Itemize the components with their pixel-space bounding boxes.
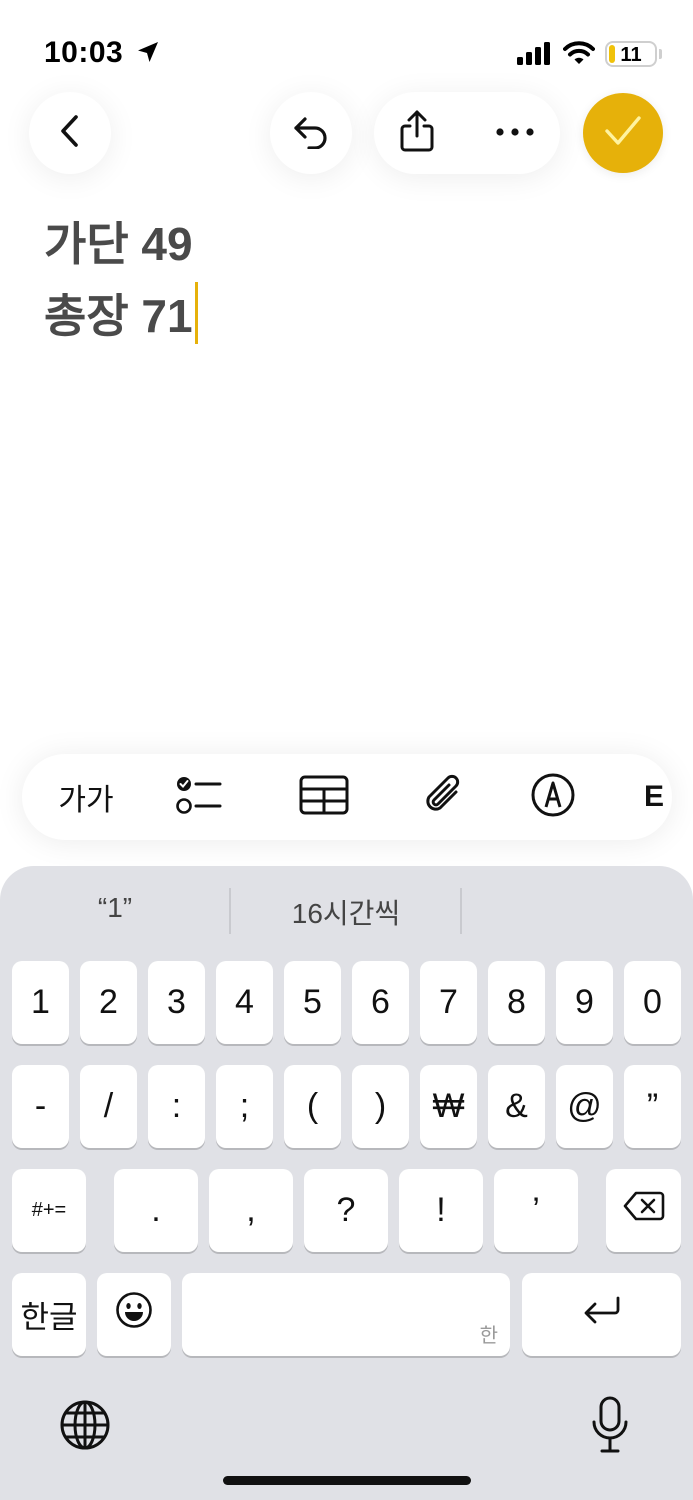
- undo-button[interactable]: [270, 92, 352, 174]
- key-semicolon[interactable]: ;: [216, 1065, 273, 1148]
- key-ampersand[interactable]: &: [488, 1065, 545, 1148]
- checkmark-icon: [603, 113, 643, 154]
- symbols-key[interactable]: #+=: [12, 1169, 86, 1252]
- status-bar: 10:03 11: [0, 0, 693, 100]
- key-quote[interactable]: ”: [624, 1065, 681, 1148]
- back-button[interactable]: [29, 92, 111, 174]
- key-period[interactable]: .: [114, 1169, 198, 1252]
- actions-pill: [374, 92, 560, 174]
- key-4[interactable]: 4: [216, 961, 273, 1044]
- undo-icon: [291, 113, 331, 154]
- delete-icon: [623, 1191, 665, 1230]
- microphone-icon: [590, 1396, 630, 1458]
- key-9[interactable]: 9: [556, 961, 613, 1044]
- checklist-icon: [174, 773, 224, 822]
- key-colon[interactable]: :: [148, 1065, 205, 1148]
- overflow-format-item[interactable]: E: [644, 772, 672, 822]
- key-8[interactable]: 8: [488, 961, 545, 1044]
- key-exclamation[interactable]: !: [399, 1169, 483, 1252]
- key-3[interactable]: 3: [148, 961, 205, 1044]
- return-key[interactable]: [522, 1273, 681, 1356]
- battery-nub: [659, 49, 662, 59]
- attachment-button[interactable]: [416, 772, 472, 822]
- suggestion-1[interactable]: “1”: [0, 892, 230, 936]
- markup-button[interactable]: [526, 772, 580, 822]
- share-icon: [397, 109, 437, 158]
- share-button[interactable]: [394, 110, 440, 156]
- battery-percent: 11: [620, 44, 642, 66]
- globe-icon: [58, 1400, 112, 1456]
- table-button[interactable]: [296, 772, 352, 822]
- key-at[interactable]: @: [556, 1065, 613, 1148]
- ellipsis-icon: [495, 124, 535, 142]
- text-style-button[interactable]: 가가: [44, 772, 128, 822]
- space-key[interactable]: 한: [182, 1273, 510, 1356]
- language-key[interactable]: 한글: [12, 1273, 86, 1356]
- format-toolbar: 가가 E: [22, 754, 672, 840]
- emoji-icon: [115, 1291, 153, 1338]
- text-style-label: 가가: [58, 784, 114, 817]
- home-indicator[interactable]: [223, 1476, 471, 1485]
- delete-key[interactable]: [606, 1169, 681, 1252]
- key-hyphen[interactable]: -: [12, 1065, 69, 1148]
- done-button[interactable]: [583, 93, 663, 173]
- key-5[interactable]: 5: [284, 961, 341, 1044]
- location-arrow-icon: [136, 40, 160, 69]
- key-0[interactable]: 0: [624, 961, 681, 1044]
- markup-icon: [530, 772, 576, 823]
- key-close-paren[interactable]: ): [352, 1065, 409, 1148]
- chevron-left-icon: [55, 113, 85, 154]
- suggestion-2[interactable]: 16시간씩: [231, 892, 461, 936]
- return-icon: [582, 1295, 622, 1334]
- key-6[interactable]: 6: [352, 961, 409, 1044]
- note-line: 가단 49: [44, 218, 193, 270]
- key-won[interactable]: ₩: [420, 1065, 477, 1148]
- key-slash[interactable]: /: [80, 1065, 137, 1148]
- emoji-key[interactable]: [97, 1273, 171, 1356]
- key-open-paren[interactable]: (: [284, 1065, 341, 1148]
- globe-button[interactable]: [58, 1398, 112, 1457]
- overflow-format-label: E: [644, 780, 665, 813]
- paperclip-icon: [422, 772, 466, 823]
- key-7[interactable]: 7: [420, 961, 477, 1044]
- more-button[interactable]: [492, 110, 538, 156]
- battery-indicator: 11: [605, 41, 657, 67]
- suggestion-divider: [460, 888, 462, 934]
- key-2[interactable]: 2: [80, 961, 137, 1044]
- dictation-button[interactable]: [590, 1396, 630, 1459]
- note-body[interactable]: 가단 49 총장 71: [44, 208, 198, 352]
- key-1[interactable]: 1: [12, 961, 69, 1044]
- table-icon: [299, 775, 349, 820]
- status-time: 10:03: [44, 36, 124, 69]
- cellular-signal-icon: [517, 42, 553, 71]
- checklist-button[interactable]: [168, 772, 230, 822]
- space-language-hint: 한: [479, 1325, 498, 1347]
- note-line-with-caret: 총장 71: [44, 280, 198, 352]
- key-apostrophe[interactable]: ’: [494, 1169, 578, 1252]
- note-line: 총장 71: [44, 290, 193, 342]
- text-caret: [194, 282, 198, 344]
- key-question[interactable]: ?: [304, 1169, 388, 1252]
- wifi-icon: [563, 40, 595, 71]
- key-comma[interactable]: ,: [209, 1169, 293, 1252]
